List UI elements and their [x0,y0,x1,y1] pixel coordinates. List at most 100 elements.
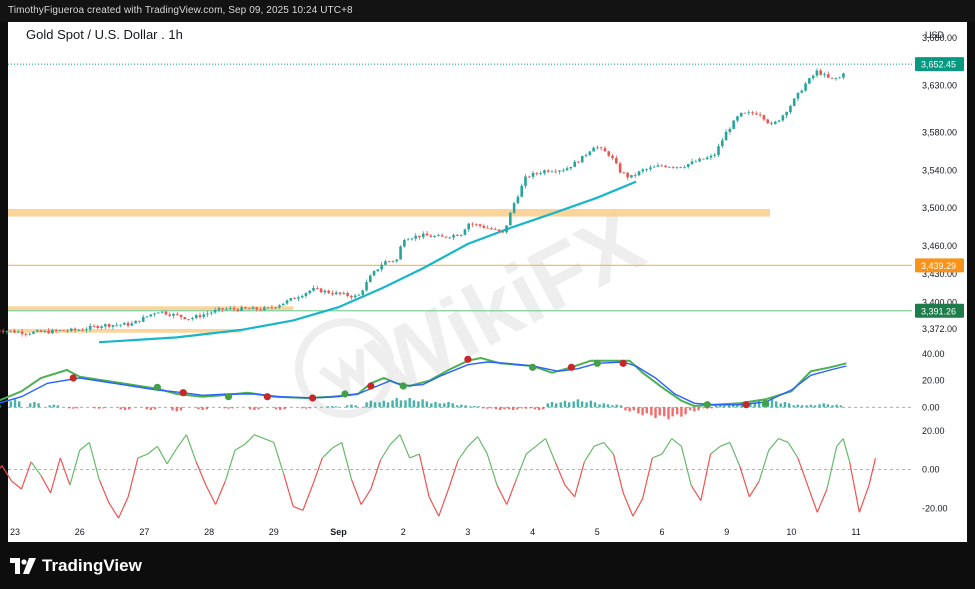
time-tick-label: 4 [530,527,535,537]
candle-body [111,325,115,327]
candle [792,98,796,107]
histogram-bar [650,407,653,416]
histogram-bar [757,400,761,408]
candle-body [781,115,785,121]
histogram-bar [248,407,252,410]
candle-body [16,331,20,333]
histogram-bar [201,407,204,410]
signal-marker [263,393,271,401]
candle [319,287,323,293]
histogram-bar [335,406,338,408]
histogram-bar [693,407,696,412]
histogram-bar [654,407,657,418]
candle-body [297,297,300,299]
histogram-bar [18,401,21,408]
histogram-bar [671,407,674,417]
time-tick-label: 28 [204,527,214,537]
candle-body [126,322,130,326]
candle-body [338,292,342,294]
histogram-bar [524,407,528,409]
signal-marker [179,389,187,397]
histogram-bar [378,402,381,408]
candle-body [448,237,452,239]
histogram-bar [792,405,795,408]
candle-body [758,114,762,116]
histogram-bar [602,403,605,408]
candle-body [637,171,641,176]
histogram-bar [839,405,843,408]
time-tick-label: 27 [139,527,149,537]
candle-body [618,163,622,173]
candle-body [312,287,315,291]
brand[interactable]: TradingView [10,556,142,576]
price-tick-label: 3,460.00 [922,241,957,251]
candle-body [213,310,217,313]
time-tick-label: 5 [595,527,600,537]
candle-body [403,239,406,247]
oscillator-tick-label: -20.00 [922,503,948,513]
histogram-bar [503,407,506,410]
candle [739,112,743,117]
candle-body [308,290,312,294]
candle-body [505,225,508,233]
histogram-bar [97,407,101,409]
histogram-bar [589,400,593,408]
candle-body [119,324,122,326]
histogram-bar [29,403,32,408]
histogram-bar [809,404,813,408]
candle-body [138,320,141,322]
candle-body [353,295,357,298]
histogram-bar [494,407,498,410]
candle-body [141,316,145,322]
candle [399,245,402,260]
candle-body [645,169,648,170]
histogram-bar [365,402,368,408]
candle-body [592,147,595,152]
histogram-bar [443,403,446,408]
histogram-bar [676,407,679,415]
histogram-bar [499,407,502,410]
candle-body [702,158,705,160]
candle-body [85,329,88,331]
histogram-bar [434,402,437,408]
histogram-bar [632,407,636,411]
candle-body [62,330,66,332]
histogram-bar [223,407,226,409]
candle-body [122,322,126,325]
candle-body [316,287,319,289]
histogram-bar [395,398,398,408]
histogram-bar [533,407,537,410]
histogram-bar [550,402,554,408]
histogram-bar [481,407,485,409]
time-tick-label: 29 [269,527,279,537]
candle-body [630,175,633,178]
histogram-bar [464,405,467,408]
candle-body [191,317,194,320]
chart-area[interactable]: WikiFX 3,680.003,630.003,580.003,540.003… [0,0,975,589]
candle-body [304,293,308,297]
histogram-bar [391,400,394,408]
candle-body [474,224,478,226]
histogram-bar [412,400,416,408]
histogram-bar [399,400,403,408]
candle-body [391,261,395,263]
candle-body [406,239,410,241]
histogram-bar [563,400,567,408]
histogram-bar [127,407,131,410]
histogram-bar [567,402,571,408]
candle-body [675,166,679,168]
candle-body [664,165,667,168]
candle-body [516,196,520,204]
candle-body [482,225,486,228]
candle-body [240,307,243,311]
candle-body [668,166,671,168]
candle-body [88,325,92,330]
histogram-bar [451,403,454,408]
candle-body [47,330,50,334]
price-tick-label: 3,372.00 [922,324,957,334]
candle-body [263,307,266,311]
histogram-bar [346,405,349,408]
histogram-bar [511,407,515,410]
price-tick-label: 3,500.00 [922,203,957,213]
candle-body [683,166,686,168]
